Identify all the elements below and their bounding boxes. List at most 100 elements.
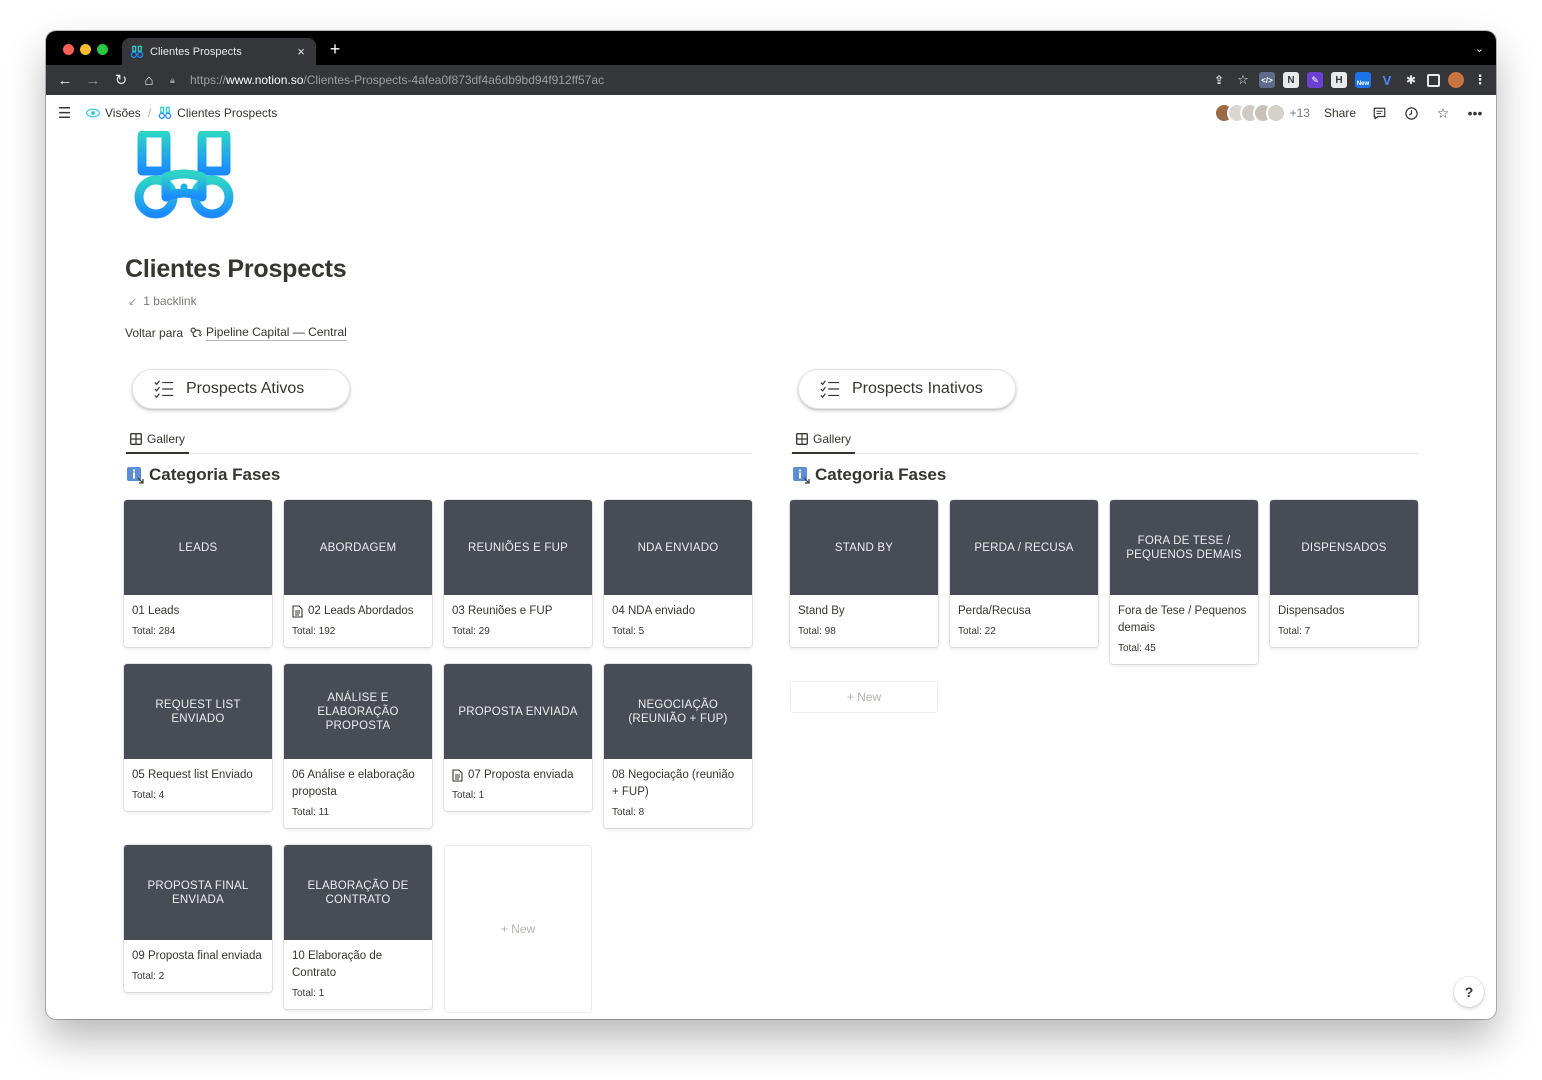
new-card-button[interactable]: + New xyxy=(444,845,592,1013)
v-extension-icon[interactable]: V xyxy=(1379,72,1395,88)
category-title-label: Categoria Fases xyxy=(815,465,947,484)
breadcrumb-current[interactable]: Clientes Prospects xyxy=(177,106,277,120)
url-path: /Clientes-Prospects-4afea0f873df4a6db9bd… xyxy=(303,73,605,87)
page-title[interactable]: Clientes Prospects xyxy=(125,255,347,284)
backlink[interactable]: ↙ 1 backlink xyxy=(128,294,197,308)
card-title-text: Dispensados xyxy=(1278,605,1345,617)
gallery-card[interactable]: NDA ENVIADO 04 NDA enviado Total: 5 xyxy=(604,500,752,647)
breadcrumb-parent[interactable]: Visões xyxy=(105,106,141,120)
favorite-star-icon[interactable]: ☆ xyxy=(1434,104,1452,122)
gallery-icon xyxy=(796,432,808,445)
minimize-window-button[interactable] xyxy=(80,44,91,55)
category-title[interactable]: Categoria Fases xyxy=(126,465,280,485)
gallery-card[interactable]: REQUEST LIST ENVIADO 05 Request list Envi… xyxy=(124,664,272,811)
info-icon xyxy=(127,467,144,484)
tab-gallery[interactable]: Gallery xyxy=(126,429,190,454)
card-title: 09 Proposta final enviada xyxy=(124,940,272,965)
eye-icon xyxy=(86,106,100,120)
gallery-card[interactable]: ANÁLISE E ELABORAÇÃO PROPOSTA 06 Análise … xyxy=(284,664,432,828)
gallery-card[interactable]: REUNIÕES E FUP 03 Reuniões e FUP Total: 29 xyxy=(444,500,592,647)
card-cover: PROPOSTA ENVIADA xyxy=(444,664,592,759)
card-cover: ELABORAÇÃO DE CONTRATO xyxy=(284,845,432,940)
document-icon xyxy=(292,605,303,618)
new-card-button[interactable]: + New xyxy=(790,681,938,713)
member-avatars[interactable]: +13 xyxy=(1213,103,1310,123)
tab-search-icon[interactable]: ⌄ xyxy=(1475,42,1484,55)
prospects-inativos-button[interactable]: Prospects Inativos xyxy=(798,369,1016,409)
comment-icon[interactable] xyxy=(1370,104,1388,122)
notion-extension-icon[interactable]: N xyxy=(1283,72,1299,88)
voltar-row: Voltar para Pipeline Capital — Central xyxy=(125,325,347,341)
tab-bar: Clientes Prospects × + ⌄ xyxy=(46,31,1496,65)
pen-extension-icon[interactable]: ✎ xyxy=(1307,72,1323,88)
gallery-card[interactable]: PROPOSTA FINAL ENVIADA 09 Proposta final … xyxy=(124,845,272,992)
browser-menu-icon[interactable]: ⋮ xyxy=(1472,72,1488,88)
address-bar[interactable]: 🔒︎ https://www.notion.so/Clientes-Prospe… xyxy=(158,69,1238,91)
gallery-card[interactable]: PERDA / RECUSA Perda/Recusa Total: 22 xyxy=(950,500,1098,647)
card-cover: DISPENSADOS xyxy=(1270,500,1418,595)
gallery-card[interactable]: FORA DE TESE / PEQUENOS DEMAIS Fora de Te… xyxy=(1110,500,1258,664)
gallery-card[interactable]: DISPENSADOS Dispensados Total: 7 xyxy=(1270,500,1418,647)
card-title: 05 Request list Enviado xyxy=(124,759,272,784)
card-total: Total: 1 xyxy=(292,988,325,999)
more-options-icon[interactable]: ••• xyxy=(1466,104,1484,122)
reload-icon[interactable]: ↻ xyxy=(108,71,134,89)
help-button[interactable]: ? xyxy=(1454,977,1484,1007)
card-cover: REUNIÕES E FUP xyxy=(444,500,592,595)
card-total: Total: 4 xyxy=(132,790,165,801)
card-total: Total: 5 xyxy=(612,626,645,637)
lock-icon: 🔒︎ xyxy=(170,74,175,85)
close-window-button[interactable] xyxy=(63,44,74,55)
sidebar-menu-icon[interactable]: ☰ xyxy=(58,104,74,122)
card-cover: LEADS xyxy=(124,500,272,595)
hex-extension-icon[interactable]: H xyxy=(1331,72,1347,88)
url-host: www.notion.so xyxy=(226,73,304,87)
category-title[interactable]: Categoria Fases xyxy=(792,465,946,485)
gallery-card[interactable]: STAND BY Stand By Total: 98 xyxy=(790,500,938,647)
gallery-card[interactable]: LEADS 01 Leads Total: 284 xyxy=(124,500,272,647)
profile-avatar[interactable] xyxy=(1448,72,1464,88)
notion-topbar: ☰ Visões / Clientes Prospects +13 Share … xyxy=(46,95,1496,131)
gallery-card[interactable]: PROPOSTA ENVIADA 07 Proposta enviada Total… xyxy=(444,664,592,811)
back-arrow-icon[interactable]: ← xyxy=(52,72,78,89)
bookmark-star-icon[interactable]: ☆ xyxy=(1235,72,1251,88)
gallery-card[interactable]: ELABORAÇÃO DE CONTRATO 10 Elaboração de C… xyxy=(284,845,432,1009)
pipeline-link[interactable]: Pipeline Capital — Central xyxy=(189,325,347,341)
extra-members-count: +13 xyxy=(1289,106,1310,120)
browser-tab[interactable]: Clientes Prospects × xyxy=(122,38,316,65)
gallery-card[interactable]: NEGOCIAÇÃO (REUNIÃO + FUP) 08 Negociação … xyxy=(604,664,752,828)
card-total: Total: 284 xyxy=(132,626,176,637)
card-title-text: 02 Leads Abordados xyxy=(308,605,414,617)
gallery-card[interactable]: ABORDAGEM 02 Leads Abordados Total: 192 xyxy=(284,500,432,647)
document-icon xyxy=(452,769,463,782)
card-title-text: 07 Proposta enviada xyxy=(468,769,574,781)
maximize-window-button[interactable] xyxy=(97,44,108,55)
new-tab-button[interactable]: + xyxy=(326,40,344,58)
checklist-icon xyxy=(820,380,840,399)
card-title: 02 Leads Abordados xyxy=(284,595,432,620)
code-extension-icon[interactable]: </> xyxy=(1259,72,1275,88)
side-panel-icon[interactable] xyxy=(1427,73,1440,87)
category-title-label: Categoria Fases xyxy=(149,465,281,484)
close-tab-icon[interactable]: × xyxy=(294,44,308,59)
prospects-ativos-label: Prospects Ativos xyxy=(186,380,305,397)
share-button[interactable]: Share xyxy=(1324,106,1356,120)
card-title-text: 01 Leads xyxy=(132,605,180,617)
backlink-arrow-icon: ↙ xyxy=(128,295,138,308)
card-total: Total: 11 xyxy=(292,807,330,818)
card-title-text: Stand By xyxy=(798,605,845,617)
clock-icon[interactable] xyxy=(1402,104,1420,122)
puzzle-icon[interactable]: ✱ xyxy=(1403,72,1419,88)
tab-gallery[interactable]: Gallery xyxy=(792,429,856,454)
card-title: 10 Elaboração de Contrato xyxy=(284,940,432,982)
card-cover: FORA DE TESE / PEQUENOS DEMAIS xyxy=(1110,500,1258,595)
card-cover: PERDA / RECUSA xyxy=(950,500,1098,595)
prospects-inativos-label: Prospects Inativos xyxy=(852,380,983,397)
card-title: 04 NDA enviado xyxy=(604,595,752,620)
new-extension-icon[interactable]: New xyxy=(1355,72,1371,88)
binoculars-page-icon[interactable] xyxy=(132,131,236,221)
prospects-ativos-button[interactable]: Prospects Ativos xyxy=(132,369,350,409)
pipeline-icon xyxy=(190,327,202,338)
forward-arrow-icon[interactable]: → xyxy=(80,72,106,89)
share-page-icon[interactable]: ⇪ xyxy=(1211,72,1227,88)
